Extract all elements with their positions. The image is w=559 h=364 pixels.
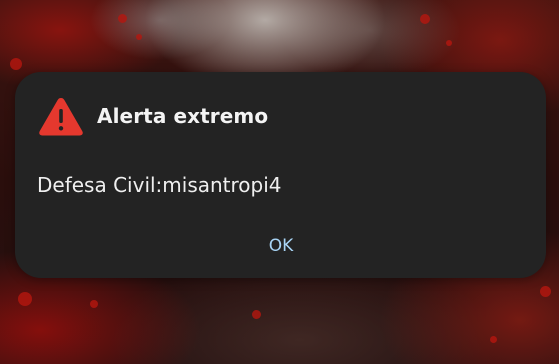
wallpaper-splatter xyxy=(90,300,98,308)
wallpaper-splatter xyxy=(118,14,127,23)
wallpaper-splatter xyxy=(540,286,551,297)
wallpaper-splatter xyxy=(10,58,22,70)
wallpaper-splatter xyxy=(252,310,261,319)
background-wallpaper: Alerta extremo Defesa Civil:misantropi4 … xyxy=(0,0,559,364)
alert-header: Alerta extremo xyxy=(38,96,268,136)
ok-button[interactable]: OK xyxy=(249,230,313,262)
wallpaper-splatter xyxy=(18,292,32,306)
alert-title: Alerta extremo xyxy=(97,104,269,128)
wallpaper-splatter xyxy=(490,336,497,343)
alert-dialog: Alerta extremo Defesa Civil:misantropi4 … xyxy=(15,72,546,278)
alert-message: Defesa Civil:misantropi4 xyxy=(37,173,282,197)
wallpaper-splatter xyxy=(136,34,142,40)
warning-triangle-icon xyxy=(39,98,83,136)
wallpaper-splatter xyxy=(420,14,430,24)
wallpaper-splatter xyxy=(446,40,452,46)
